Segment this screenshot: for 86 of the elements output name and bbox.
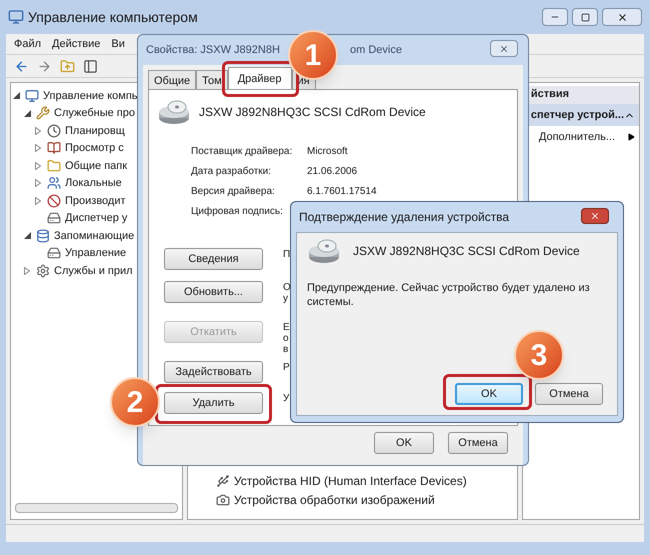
description-text: У: [283, 393, 290, 404]
tree-item[interactable]: Управление компь: [43, 88, 138, 104]
tree-item[interactable]: Просмотр с: [65, 140, 124, 156]
ok-button[interactable]: OK: [455, 383, 523, 405]
clock-icon: [47, 124, 61, 138]
tree-item[interactable]: Производит: [65, 192, 126, 209]
maximize-button[interactable]: [572, 8, 598, 26]
collapsed-arrow-icon[interactable]: [35, 144, 41, 152]
description-text: П: [283, 249, 290, 260]
device-name: JSXW J892N8HQ3C SCSI CdRom Device: [199, 104, 426, 121]
property-label: Версия драйвера:: [191, 185, 276, 197]
device-category[interactable]: Устройства обработки изображений: [234, 490, 435, 508]
property-value: 6.1.7601.17514: [307, 185, 377, 197]
folder-up-icon[interactable]: [60, 58, 75, 74]
collapsed-arrow-icon[interactable]: [35, 162, 41, 170]
device-name: JSXW J892N8HQ3C SCSI CdRom Device: [353, 243, 580, 260]
tab[interactable]: Драйвер: [228, 67, 292, 89]
menu-item[interactable]: Ви: [111, 36, 125, 52]
computer-icon: [25, 88, 39, 103]
description-text: О: [283, 282, 291, 293]
close-button[interactable]: [602, 8, 642, 26]
drive-icon: [157, 98, 191, 126]
app-icon: [8, 9, 24, 25]
menu-item[interactable]: Действие: [52, 36, 100, 52]
tree-item[interactable]: Диспетчер у: [65, 210, 128, 226]
forward-icon[interactable]: [37, 58, 52, 74]
action-button[interactable]: Задействовать: [164, 361, 263, 383]
collapsed-arrow-icon[interactable]: [35, 196, 41, 205]
ok-button[interactable]: OK: [374, 432, 434, 454]
description-text: о: [283, 333, 290, 344]
action-button[interactable]: Обновить...: [164, 281, 263, 303]
tree-item[interactable]: Общие папк: [65, 158, 128, 174]
action-button[interactable]: Удалить: [164, 392, 263, 414]
property-label: Поставщик драйвера:: [191, 145, 294, 157]
expanded-arrow-icon[interactable]: [24, 110, 30, 117]
expanded-arrow-icon[interactable]: [24, 232, 30, 240]
window-title: Управление компьютером: [28, 8, 198, 27]
property-label: Цифровая подпись:: [191, 205, 284, 217]
description-text: в: [283, 344, 290, 355]
tab[interactable]: Общие: [148, 70, 196, 89]
action-button[interactable]: Сведения: [164, 248, 263, 270]
tab[interactable]: Том: [196, 70, 228, 89]
warning-message: Предупреждение. Сейчас устройство будет удалено из системы.: [307, 281, 591, 309]
tree-item[interactable]: Локальные: [65, 175, 122, 192]
collapsed-arrow-icon[interactable]: [24, 266, 30, 275]
dialog-title: Свойства: JSXW J892N8H: [146, 42, 280, 58]
dialog-title: Подтверждение удаления устройства: [299, 209, 510, 226]
description-text: у: [283, 293, 289, 304]
panel-icon[interactable]: [83, 58, 98, 74]
usb-icon: [216, 474, 230, 488]
close-icon: [590, 211, 600, 221]
collapsed-arrow-icon[interactable]: [35, 126, 41, 135]
tree-item[interactable]: Службы и прил: [54, 262, 133, 279]
tree-item[interactable]: Планировщ: [65, 122, 125, 139]
property-label: Дата разработки:: [191, 165, 272, 177]
close-button[interactable]: [581, 208, 609, 224]
description-text: Р: [283, 362, 290, 373]
submenu-arrow-icon[interactable]: [627, 133, 635, 141]
users-icon: [47, 176, 61, 190]
close-icon: [499, 44, 509, 54]
drive-icon: [307, 237, 341, 265]
tree-item[interactable]: Запоминающие: [54, 228, 134, 244]
device-icon: [47, 211, 61, 226]
tree-item[interactable]: Служебные про: [54, 105, 135, 122]
maximize-icon: [580, 12, 590, 22]
log-icon: [47, 141, 61, 156]
description-text: Е: [283, 322, 290, 333]
cancel-button[interactable]: Отмена: [535, 383, 603, 405]
cancel-button[interactable]: Отмена: [448, 432, 508, 454]
menu-item[interactable]: Файл: [14, 36, 42, 52]
close-icon: [616, 12, 628, 22]
horizontal-scrollbar[interactable]: [15, 503, 178, 513]
folder-icon: [47, 158, 61, 173]
storage-icon: [36, 228, 50, 243]
camera-icon: [216, 492, 230, 506]
back-icon[interactable]: [14, 58, 29, 74]
expanded-arrow-icon[interactable]: [12, 92, 20, 100]
tools-icon: [36, 106, 50, 120]
device-category[interactable]: Устройства HID (Human Interface Devices): [234, 472, 467, 490]
services-icon: [36, 264, 50, 278]
property-value: 21.06.2006: [307, 165, 358, 177]
action-item[interactable]: Дополнитель...: [522, 126, 639, 148]
property-value: Microsoft: [307, 145, 348, 157]
collapsed-arrow-icon[interactable]: [35, 179, 41, 188]
dialog-title-end: om Device: [350, 42, 402, 58]
tree-item[interactable]: Управление: [65, 245, 126, 262]
